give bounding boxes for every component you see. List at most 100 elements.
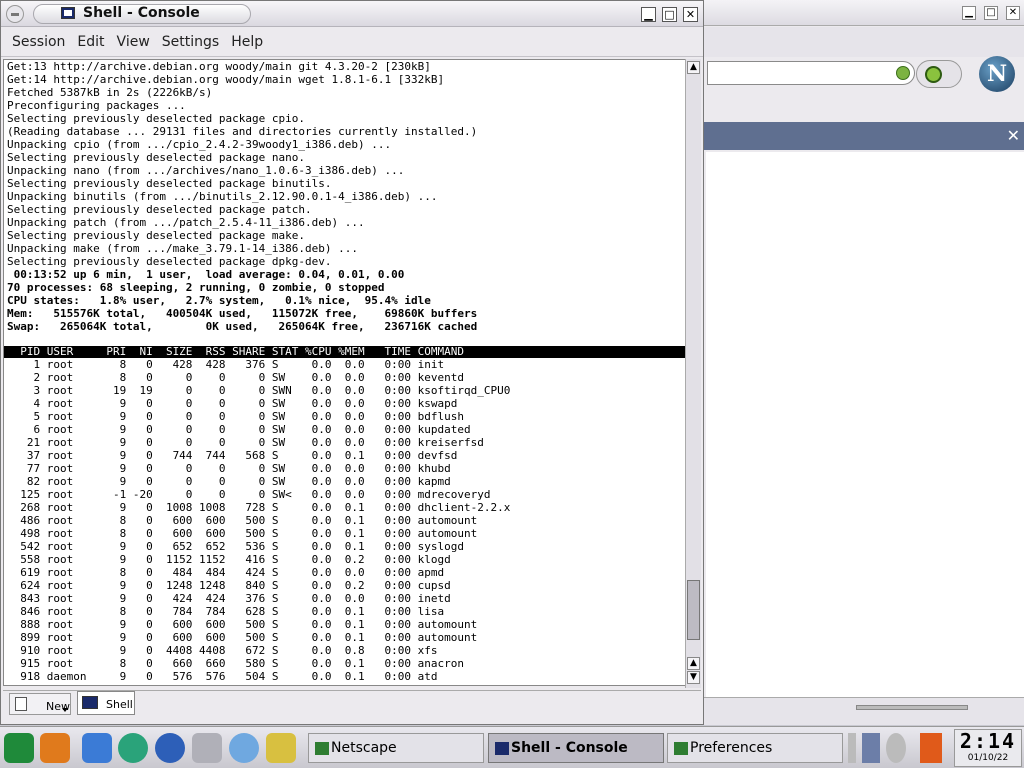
process-row: 82 root 9 0 0 0 0 SW 0.0 0.0 0:00 kapmd <box>7 475 451 488</box>
close-icon[interactable]: ✕ <box>1006 6 1020 20</box>
go-icon[interactable] <box>896 66 910 80</box>
scroll-up-icon[interactable]: ▲ <box>687 657 700 670</box>
clock-date: 01/10/22 <box>967 753 1009 763</box>
terminal-line: Unpacking binutils (from .../binutils_2.… <box>7 190 438 203</box>
terminal-line: Unpacking nano (from .../archives/nano_1… <box>7 164 405 177</box>
process-row: 619 root 8 0 484 484 424 S 0.0 0.0 0:00 … <box>7 566 445 579</box>
menu-edit[interactable]: Edit <box>71 34 110 50</box>
process-row: 888 root 9 0 600 600 500 S 0.0 0.1 0:00 … <box>7 618 478 631</box>
process-row: 37 root 9 0 744 744 568 S 0.0 0.1 0:00 d… <box>7 449 458 462</box>
tab-shell[interactable]: Shell <box>77 691 135 715</box>
task-label: Netscape <box>331 740 397 756</box>
process-row: 846 root 8 0 784 784 628 S 0.0 0.1 0:00 … <box>7 605 445 618</box>
top-summary-line: CPU states: 1.8% user, 2.7% system, 0.1%… <box>7 294 431 307</box>
terminal-line: Selecting previously deselected package … <box>7 151 306 164</box>
terminal-line: Get:13 http://archive.debian.org woody/m… <box>7 60 431 73</box>
netscape-content <box>706 152 1024 697</box>
terminal-scrollbar[interactable]: ▲ ▲ ▼ <box>685 59 701 688</box>
process-table: 1 root 8 0 428 428 376 S 0.0 0.0 0:00 in… <box>4 358 685 683</box>
task-netscape[interactable]: Netscape <box>308 733 484 763</box>
run-icon[interactable] <box>118 733 148 763</box>
top-summary-line: Swap: 265064K total, 0K used, 265064K fr… <box>7 320 478 333</box>
menu-help[interactable]: Help <box>225 34 269 50</box>
kde-menu-icon[interactable] <box>4 733 34 763</box>
process-row: 624 root 9 0 1248 1248 840 S 0.0 0.2 0:0… <box>7 579 451 592</box>
close-icon[interactable]: ✕ <box>683 7 698 22</box>
maximize-icon[interactable]: □ <box>984 6 998 20</box>
minimize-icon[interactable]: ▁ <box>962 6 976 20</box>
editor-icon[interactable] <box>266 733 296 763</box>
new-session-button[interactable]: New <box>9 693 71 715</box>
chevron-down-icon[interactable] <box>62 708 68 712</box>
home-icon[interactable] <box>82 733 112 763</box>
netscape-window: ▁ □ ✕ N ✕ <box>703 0 1024 725</box>
process-row: 899 root 9 0 600 600 500 S 0.0 0.1 0:00 … <box>7 631 478 644</box>
minimize-icon[interactable]: ▁ <box>641 7 656 22</box>
volume-icon[interactable] <box>862 733 880 763</box>
menu-settings[interactable]: Settings <box>156 34 225 50</box>
new-document-icon <box>15 697 27 711</box>
url-input[interactable] <box>707 61 915 85</box>
netscape-logo[interactable]: N <box>979 56 1015 92</box>
process-row: 4 root 9 0 0 0 0 SW 0.0 0.0 0:00 kswapd <box>7 397 458 410</box>
search-button[interactable] <box>916 60 962 88</box>
process-row: 2 root 8 0 0 0 0 SW 0.0 0.0 0:00 keventd <box>7 371 464 384</box>
menu-session[interactable]: Session <box>6 34 71 50</box>
terminal-line: (Reading database ... 29131 files and di… <box>7 125 478 138</box>
tray-divider <box>848 733 856 763</box>
process-row: 1 root 8 0 428 428 376 S 0.0 0.0 0:00 in… <box>7 358 445 371</box>
terminal-line: Preconfiguring packages ... <box>7 99 186 112</box>
top-summary-line: 00:13:52 up 6 min, 1 user, load average:… <box>7 268 405 281</box>
task-preferences[interactable]: Preferences <box>667 733 843 763</box>
close-icon[interactable]: ✕ <box>1007 126 1020 145</box>
clock[interactable]: 2:14 01/10/22 <box>954 729 1022 767</box>
console-titlebar[interactable]: Shell - Console ▁ □ ✕ <box>1 1 703 27</box>
clock-time: 2:14 <box>959 729 1017 753</box>
printer-icon[interactable] <box>192 733 222 763</box>
power-icon[interactable] <box>920 733 942 763</box>
process-row: 268 root 9 0 1008 1008 728 S 0.0 0.1 0:0… <box>7 501 511 514</box>
process-row: 915 root 8 0 660 660 580 S 0.0 0.1 0:00 … <box>7 657 464 670</box>
terminal-line: Unpacking cpio (from .../cpio_2.4.2-39wo… <box>7 138 392 151</box>
menu-view[interactable]: View <box>111 34 156 50</box>
scroll-up-icon[interactable]: ▲ <box>687 61 700 74</box>
netscape-icon <box>315 742 329 755</box>
terminal-line: Unpacking make (from .../make_3.79.1-14_… <box>7 242 358 255</box>
scroll-down-icon[interactable]: ▼ <box>687 671 700 684</box>
scroll-thumb[interactable] <box>687 580 700 640</box>
sidebar-header: ✕ <box>704 122 1024 150</box>
netscape-titlebar: ▁ □ ✕ <box>704 0 1024 26</box>
browser-icon[interactable] <box>155 733 185 763</box>
network-icon[interactable] <box>229 733 259 763</box>
netscape-toolbar <box>704 27 1024 57</box>
process-row: 77 root 9 0 0 0 0 SW 0.0 0.0 0:00 khubd <box>7 462 451 475</box>
task-shell-console[interactable]: Shell - Console <box>488 733 664 763</box>
terminal-line: Selecting previously deselected package … <box>7 255 332 268</box>
top-summary: 00:13:52 up 6 min, 1 user, load average:… <box>4 268 685 333</box>
process-row: 5 root 9 0 0 0 0 SW 0.0 0.0 0:00 bdflush <box>7 410 464 423</box>
process-row: 6 root 9 0 0 0 0 SW 0.0 0.0 0:00 kupdate… <box>7 423 471 436</box>
terminal-icon <box>82 696 98 709</box>
process-row: 910 root 9 0 4408 4408 672 S 0.0 0.8 0:0… <box>7 644 438 657</box>
window-title: Shell - Console <box>83 5 200 21</box>
clipboard-icon[interactable] <box>886 733 906 763</box>
taskbar: Netscape Shell - Console Preferences 2:1… <box>0 726 1024 768</box>
task-label: Preferences <box>690 740 773 756</box>
top-summary-line: Mem: 515576K total, 400504K used, 115072… <box>7 307 478 320</box>
top-summary-line: 70 processes: 68 sleeping, 2 running, 0 … <box>7 281 385 294</box>
process-row: 918 daemon 9 0 576 576 504 S 0.0 0.1 0:0… <box>7 670 438 683</box>
terminal-line: Get:14 http://archive.debian.org woody/m… <box>7 73 445 86</box>
window-menu-icon[interactable] <box>6 5 24 23</box>
netscape-statusbar <box>704 697 1024 725</box>
search-icon <box>925 66 942 83</box>
task-label: Shell - Console <box>511 740 628 756</box>
terminal-output[interactable]: Get:13 http://archive.debian.org woody/m… <box>3 59 686 686</box>
process-row: 558 root 9 0 1152 1152 416 S 0.0 0.2 0:0… <box>7 553 451 566</box>
terminal-line: Selecting previously deselected package … <box>7 177 332 190</box>
maximize-icon[interactable]: □ <box>662 7 677 22</box>
lifebuoy-icon[interactable] <box>40 733 70 763</box>
terminal-icon <box>495 742 509 755</box>
process-row: 21 root 9 0 0 0 0 SW 0.0 0.0 0:00 kreise… <box>7 436 484 449</box>
process-row: 498 root 8 0 600 600 500 S 0.0 0.1 0:00 … <box>7 527 478 540</box>
process-row: 542 root 9 0 652 652 536 S 0.0 0.1 0:00 … <box>7 540 464 553</box>
